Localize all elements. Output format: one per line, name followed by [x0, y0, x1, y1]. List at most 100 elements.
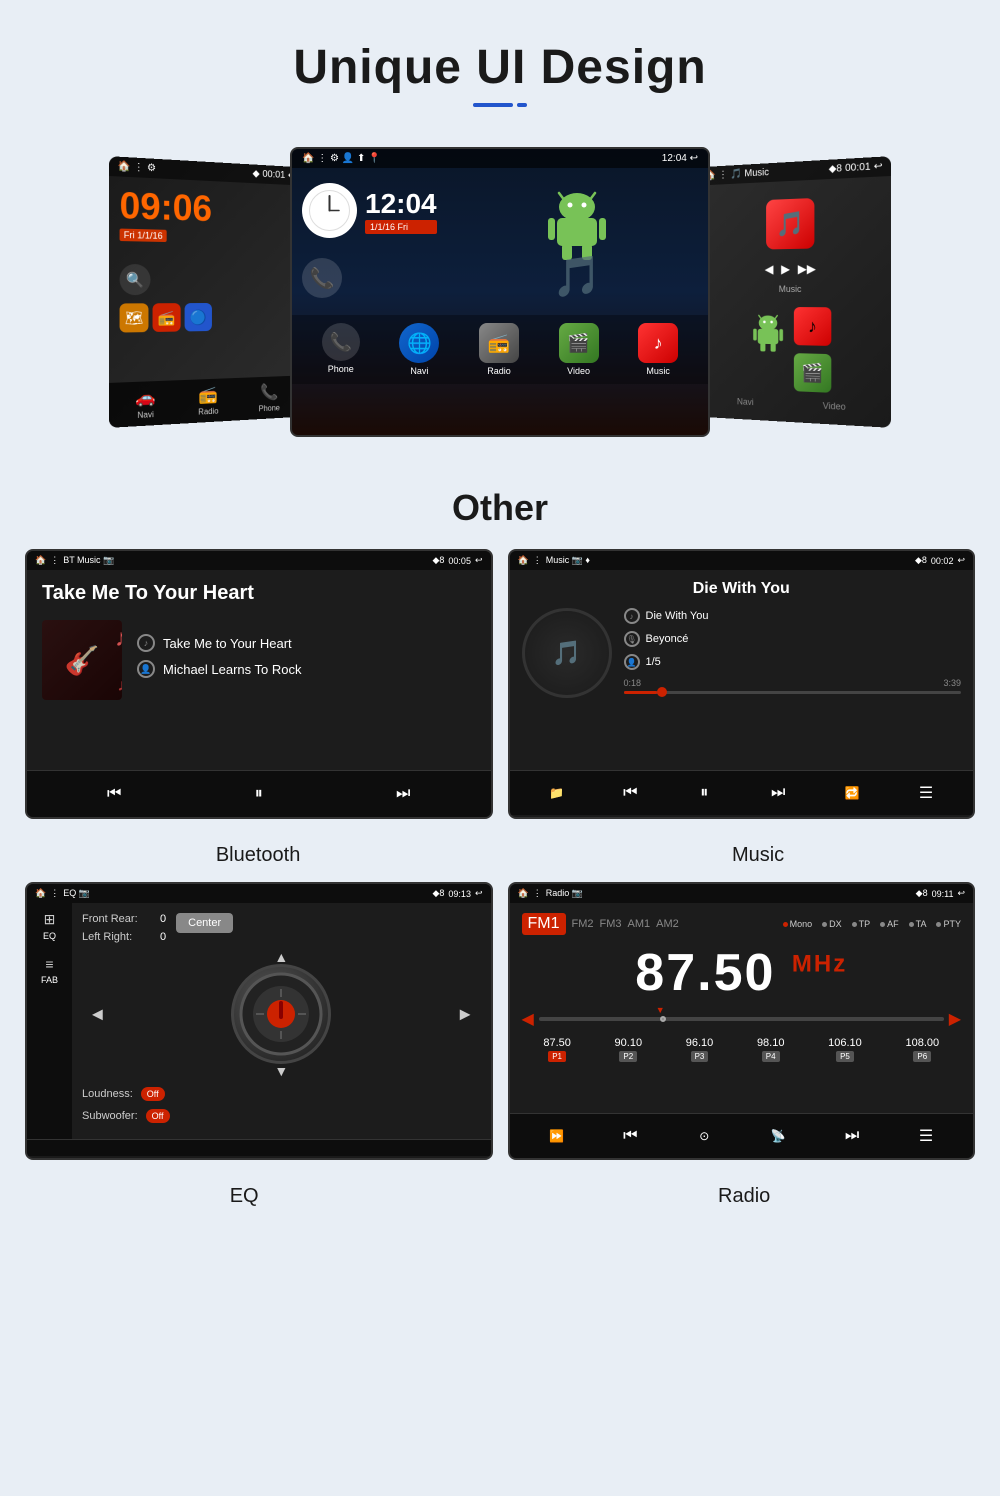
radio-preset-3[interactable]: 96.10 P3 [686, 1037, 714, 1062]
radio-opt-pty: PTY [936, 919, 961, 929]
knob-left-arrow[interactable]: ◀ [92, 1006, 103, 1023]
radio-preset-1[interactable]: 87.50 P1 [543, 1037, 571, 1062]
nav-item-car[interactable]: 🚗 Navi [135, 387, 155, 420]
video-icon: 🎬 [559, 323, 599, 363]
radio-band-tabs: FM1 FM2 FM3 AM1 AM2 Mono DX TP AF TA PTY [522, 913, 962, 935]
music-track-num: 1/5 [646, 656, 661, 668]
music-list-button[interactable]: ☰ [911, 778, 941, 808]
center-back-icon: ↩ [690, 153, 698, 164]
radio-preset-5[interactable]: 106.10 P5 [828, 1037, 862, 1062]
radio-home-button[interactable]: ⊙ [689, 1121, 719, 1151]
eq-loudness-toggle[interactable]: Off [141, 1087, 165, 1101]
settings-icon: ⚙ [147, 162, 156, 174]
right-next-icon[interactable]: ▶▶ [798, 262, 816, 276]
navi-app-icon[interactable]: 🗺 [120, 303, 149, 332]
nav-item-radio[interactable]: 📻 Radio [198, 385, 218, 417]
right-back-icon: ↩ [874, 161, 883, 173]
radio-bottom-bar: ⏩ ⏮ ⊙ 📡 ⏭ ☰ [510, 1113, 974, 1158]
center-app-radio[interactable]: 📻 Radio [479, 323, 519, 376]
eq-controls-col: Front Rear: 0 Left Right: 0 [82, 913, 166, 949]
music-folder-button[interactable]: 📁 [541, 778, 571, 808]
left-search-icon[interactable]: 🔍 [120, 264, 151, 295]
center-app-video[interactable]: 🎬 Video [559, 323, 599, 376]
right-video-icon[interactable]: 🎬 [794, 353, 831, 393]
radio-band-fm3[interactable]: FM3 [600, 918, 622, 930]
eq-status-label: EQ 📷 [63, 888, 90, 899]
eq-knob[interactable] [231, 964, 331, 1064]
music-prev-button[interactable]: ⏮ [615, 778, 645, 808]
eq-left-right-value: 0 [160, 931, 166, 943]
clock-circle [302, 183, 357, 238]
right-prev-icon[interactable]: ◀ [765, 262, 774, 276]
phone-icon: 📞 [322, 323, 360, 361]
music-pause-button[interactable]: ⏸ [689, 778, 719, 808]
radio-band-fm2[interactable]: FM2 [572, 918, 594, 930]
eq-center-button[interactable]: Center [176, 913, 233, 933]
center-bottom-apps: 📞 Phone 🌐 Navi 📻 Radio 🎬 Video ♪ Music [292, 315, 708, 384]
center-app-phone[interactable]: 📞 Phone [322, 323, 360, 376]
eq-left-right-row: Left Right: 0 [82, 931, 166, 943]
right-music-app-icon[interactable]: 🎵 [766, 198, 814, 249]
center-android-section: 🎵 [457, 183, 698, 300]
radio-seek-right[interactable]: ▶ [949, 1009, 961, 1029]
knob-down-arrow[interactable]: ▼ [274, 1063, 288, 1079]
nav-item-phone[interactable]: 📞 Phone [259, 382, 280, 413]
music-status-right: ◆8 00:02 ↩ [915, 555, 965, 566]
eq-center-btn-container: Center [176, 913, 233, 933]
radio-preset-6[interactable]: 108.00 P6 [905, 1037, 939, 1062]
radio-antenna-button[interactable]: 📡 [763, 1121, 793, 1151]
eq-subwoofer-value: Off [152, 1111, 164, 1121]
center-time-display: 12:04 [365, 188, 437, 220]
radio-prev-button[interactable]: ⏮ [615, 1121, 645, 1151]
radio-next-button[interactable]: ⏭ [837, 1121, 867, 1151]
devices-grid: 🏠 ⋮ BT Music 📷 ◆8 00:05 ↩ Take Me To You… [0, 539, 1000, 839]
radio-menu-button[interactable]: ☰ [911, 1121, 941, 1151]
center-app-navi[interactable]: 🌐 Navi [399, 323, 439, 376]
music-info: ♪ Die With You 🎙 Beyoncé 👤 1/5 0:18 [624, 608, 962, 702]
music-next-button[interactable]: ⏭ [763, 778, 793, 808]
radio-seek-track[interactable]: ▼ [539, 1017, 944, 1021]
knob-right-arrow[interactable]: ▶ [460, 1006, 471, 1023]
bt-time: 00:05 [448, 556, 471, 566]
underline-short [517, 103, 527, 107]
right-music-icon-2[interactable]: ♪ [794, 307, 831, 346]
bt-track-title: Take Me To Your Heart [42, 582, 476, 605]
radio-preset-4[interactable]: 98.10 P4 [757, 1037, 785, 1062]
center-users-icon: 👤 [342, 153, 354, 164]
center-app-music[interactable]: ♪ Music [638, 323, 678, 376]
bt-app-icon[interactable]: 🔵 [185, 303, 212, 331]
radio-band-am1[interactable]: AM1 [628, 918, 651, 930]
bt-artist-row: 👤 Michael Learns To Rock [137, 660, 476, 678]
radio-preset-2[interactable]: 90.10 P2 [615, 1037, 643, 1062]
eq-sidebar-eq[interactable]: ⊞ EQ [43, 911, 56, 941]
music-content: 🎵 ♪ Die With You 🎙 Beyoncé 👤 1/5 [522, 608, 962, 702]
radio-app-icon[interactable]: 📻 [153, 303, 181, 332]
music-album-inner: 🎵 [552, 639, 582, 668]
preset-2-freq: 90.10 [615, 1037, 643, 1049]
header-section: Unique UI Design [0, 0, 1000, 127]
radio-band-fm1[interactable]: FM1 [522, 913, 566, 935]
bt-status-left: 🏠 ⋮ BT Music 📷 [35, 555, 114, 566]
other-title: Other [20, 487, 980, 529]
knob-up-arrow[interactable]: ▲ [274, 949, 288, 965]
radio-band-am2[interactable]: AM2 [656, 918, 679, 930]
bt-artist-name: Michael Learns To Rock [163, 662, 302, 677]
music-progress-track[interactable] [624, 691, 962, 694]
music-time-total: 3:39 [943, 678, 961, 688]
eq-sidebar-fab[interactable]: ≡ FAB [41, 956, 58, 985]
bt-next-button[interactable]: ⏭ [388, 779, 418, 809]
radio-fav-button[interactable]: ⏩ [541, 1121, 571, 1151]
bt-status-bar: 🏠 ⋮ BT Music 📷 ◆8 00:05 ↩ [27, 551, 491, 570]
music-status-bar: 🏠 ⋮ Music 📷 ♦ ◆8 00:02 ↩ [510, 551, 974, 570]
phone-app[interactable]: 📞 [302, 258, 342, 298]
bt-pause-button[interactable]: ⏸ [244, 779, 274, 809]
music-artist-row: 🎙 Beyoncé [624, 631, 962, 647]
radio-seek-left[interactable]: ◀ [522, 1009, 534, 1029]
right-video-label: Video [823, 401, 846, 412]
eq-content: Front Rear: 0 Left Right: 0 Center ▲ [72, 903, 491, 1139]
bt-prev-button[interactable]: ⏮ [99, 779, 129, 809]
radio-signal: ◆8 [916, 888, 928, 899]
music-repeat-button[interactable]: 🔁 [837, 778, 867, 808]
eq-subwoofer-toggle[interactable]: Off [146, 1109, 170, 1123]
right-play-icon[interactable]: ▶ [781, 262, 790, 276]
